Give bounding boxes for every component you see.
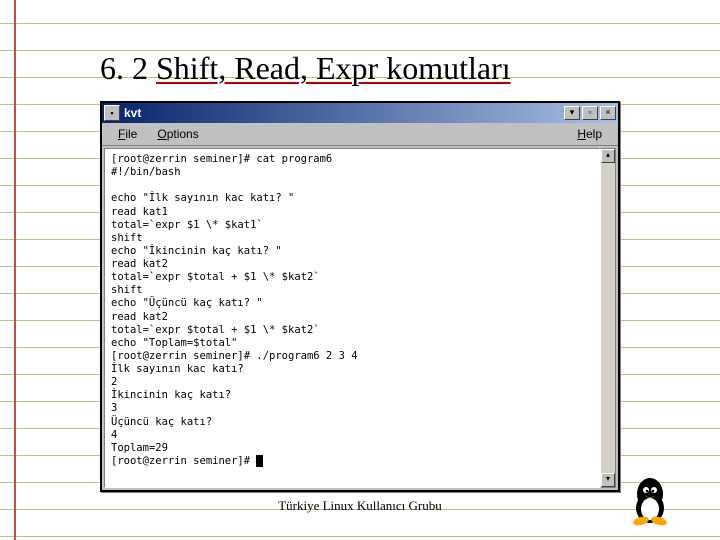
- close-button[interactable]: ×: [600, 106, 616, 120]
- cursor-icon: [256, 455, 263, 467]
- scrollbar[interactable]: ▴ ▾: [600, 148, 616, 488]
- menu-options[interactable]: Options: [147, 125, 208, 143]
- scroll-up-button[interactable]: ▴: [601, 149, 615, 163]
- terminal-output[interactable]: [root@zerrin seminer]# cat program6 #!/b…: [104, 148, 600, 488]
- footer-text: Türkiye Linux Kullanıcı Grubu: [0, 498, 720, 514]
- terminal-window: ▪ kvt ▾ ▫ × File Options Help [root@zerr…: [100, 101, 620, 492]
- menu-help[interactable]: Help: [567, 125, 612, 143]
- window-titlebar[interactable]: ▪ kvt ▾ ▫ ×: [102, 103, 618, 123]
- window-menu-icon[interactable]: ▪: [104, 105, 120, 121]
- menubar: File Options Help: [102, 123, 618, 146]
- menu-file[interactable]: File: [108, 125, 147, 143]
- scroll-down-button[interactable]: ▾: [601, 473, 615, 487]
- slide-heading: Shift, Read, Expr komutları: [156, 50, 511, 86]
- window-title: kvt: [124, 106, 564, 120]
- maximize-button[interactable]: ▫: [582, 106, 598, 120]
- scroll-track[interactable]: [601, 163, 615, 473]
- slide-title: 6. 2 Shift, Read, Expr komutları: [100, 50, 660, 87]
- minimize-button[interactable]: ▾: [564, 106, 580, 120]
- tux-icon: [628, 474, 672, 526]
- slide-number: 6. 2: [100, 50, 148, 86]
